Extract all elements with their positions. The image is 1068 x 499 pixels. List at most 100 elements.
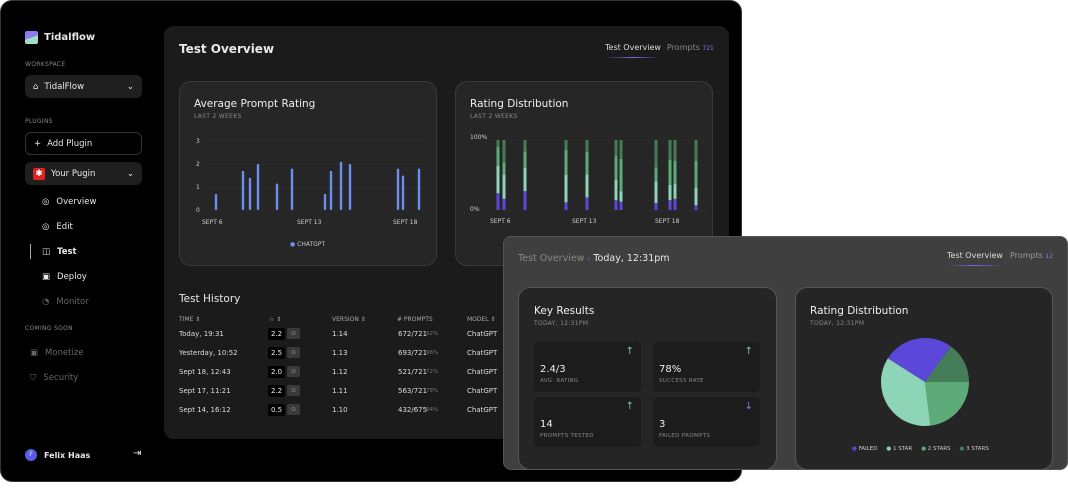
legend-label: 3 STARS (966, 446, 989, 452)
time-cell: Sept 14, 16:12 (179, 406, 231, 414)
tab-label: Prompts (667, 43, 700, 52)
key-result-tile: ↑ 14 PROMPTS TESTED (534, 397, 641, 447)
shield-icon: ⛉ (30, 373, 37, 383)
bar-segment-failed (523, 191, 527, 210)
legend-label: 2 STARS (927, 446, 951, 452)
overview-icon: ◎ (42, 197, 50, 207)
page-title: Test Overview (179, 42, 275, 56)
label: Deploy (57, 272, 87, 282)
monitor-icon: ◔ (42, 297, 50, 307)
bar-segment-failed (668, 200, 672, 210)
chevron-right-icon: › (587, 255, 591, 263)
breadcrumb-current: Today, 12:31pm (593, 253, 670, 264)
column-header-rating[interactable]: ☆ ⇕ (269, 316, 281, 323)
workspace-name: TidalFlow (44, 81, 85, 92)
bar (329, 170, 333, 210)
sidebar-item-monetize: ▣ Monetize (30, 348, 84, 358)
view-details-button[interactable]: ⊙ (287, 404, 300, 415)
sidebar-item-deploy[interactable]: ▣ Deploy (42, 272, 87, 282)
breadcrumb-parent[interactable]: Test Overview (518, 253, 584, 264)
tab-test-overview[interactable]: Test Overview (605, 43, 661, 58)
bar-segment-failed (502, 198, 506, 210)
bar-segment-three_stars (496, 140, 500, 147)
y-tick: 2 (196, 161, 200, 168)
bar-segment-two_stars (523, 151, 527, 168)
version-cell: 1.13 (332, 349, 348, 357)
bar-segment-failed (564, 202, 568, 210)
bar-segment-one_star (614, 179, 618, 201)
key-result-label: AVG. RATING (540, 378, 579, 384)
bar-segment-failed (673, 198, 677, 210)
legend-label: CHATGPT (297, 241, 326, 248)
bar-segment-two_stars (614, 156, 618, 180)
bar-segment-three_stars (585, 140, 589, 152)
sidebar-item-security: ⛉ Security (30, 373, 78, 383)
label: Security (43, 373, 79, 383)
bar-segment-two_stars (694, 161, 698, 188)
bar-segment-one_star (619, 191, 623, 202)
prompts-cell: 563/721 (398, 387, 428, 395)
y-tick: 100% (470, 134, 488, 141)
x-tick: SEPT 6 (202, 219, 223, 226)
bar (401, 175, 405, 210)
prompts-percent: 72% (426, 369, 439, 375)
legend-item: ● FAILED (852, 446, 878, 452)
tab-prompts[interactable]: Prompts 12 (1010, 251, 1053, 260)
coming-soon-label: COMING SOON (25, 325, 73, 332)
card-subtitle: TODAY, 12:31PM (534, 320, 589, 327)
view-details-button[interactable]: ⊙ (287, 366, 300, 377)
workspace-select[interactable]: ⌂ TidalFlow ⌄ (25, 75, 142, 98)
logout-icon[interactable]: ⇥ (133, 448, 141, 459)
prompts-count-badge: 12 (1045, 253, 1054, 260)
user-profile[interactable]: F Felix Haas (25, 449, 90, 461)
prompts-percent: 78% (426, 388, 439, 394)
deploy-icon: ▣ (42, 272, 51, 282)
legend-label: 1 STAR (892, 446, 913, 452)
time-cell: Yesterday, 10:52 (179, 349, 238, 357)
tab-label: Test Overview (947, 251, 1003, 260)
key-result-tile: ↑ 78% SUCCESS RATE (653, 342, 760, 392)
view-details-button[interactable]: ⊙ (287, 347, 300, 358)
legend-item: ● 1 STAR (886, 446, 913, 452)
rating-badge: 0.5 (268, 404, 286, 416)
tab-test-overview[interactable]: Test Overview (947, 251, 1003, 266)
column-header-model[interactable]: MODEL ⇕ (467, 316, 496, 323)
sidebar-item-test[interactable]: ◫ Test (42, 247, 77, 257)
time-cell: Sept 17, 11:21 (179, 387, 231, 395)
pie-slice (925, 382, 969, 426)
y-tick: 0% (470, 206, 480, 213)
column-header-time[interactable]: TIME ⇕ (179, 316, 200, 323)
tab-prompts[interactable]: Prompts 721 (667, 43, 714, 52)
sidebar-item-overview[interactable]: ◎ Overview (42, 197, 96, 207)
y-tick: 0 (196, 207, 200, 214)
model-cell: ChatGPT (467, 330, 498, 338)
bar-segment-failed (654, 203, 658, 210)
tab-underline (947, 265, 1003, 266)
key-result-value: 78% (659, 364, 682, 375)
bar-segment-failed (496, 193, 500, 210)
sidebar-item-monitor: ◔ Monitor (42, 297, 89, 307)
prompts-cell: 432/675 (398, 406, 428, 414)
prompts-percent: 64% (426, 407, 439, 413)
x-tick: SEPT 18 (655, 218, 680, 225)
label: Edit (56, 222, 73, 232)
rating-badge: 2.2 (268, 385, 286, 397)
bar-segment-one_star (564, 175, 568, 203)
view-details-button[interactable]: ⊙ (287, 328, 300, 339)
column-header-version[interactable]: VERSION ⇕ (332, 316, 366, 323)
view-details-button[interactable]: ⊙ (287, 385, 300, 396)
plugin-select[interactable]: ✱ Your Pugin ⌄ (25, 162, 142, 185)
legend-chatgpt: ● CHATGPT (290, 241, 326, 248)
bar (214, 193, 218, 210)
key-result-tile: ↓ 3 FAILED PROMPTS (653, 397, 760, 447)
add-plugin-button[interactable]: + Add Plugin (25, 132, 142, 155)
sidebar-item-edit[interactable]: ◎ Edit (42, 222, 73, 232)
key-result-value: 14 (540, 419, 553, 430)
key-result-tile: ↑ 2.4/3 AVG. RATING (534, 342, 641, 392)
active-indicator (30, 244, 31, 259)
model-cell: ChatGPT (467, 387, 498, 395)
rating-badge: 2.0 (268, 366, 286, 378)
arrow-down-icon: ↓ (744, 401, 753, 412)
plugin-icon: ✱ (33, 167, 45, 180)
plugins-label: PLUGINS (25, 118, 53, 125)
